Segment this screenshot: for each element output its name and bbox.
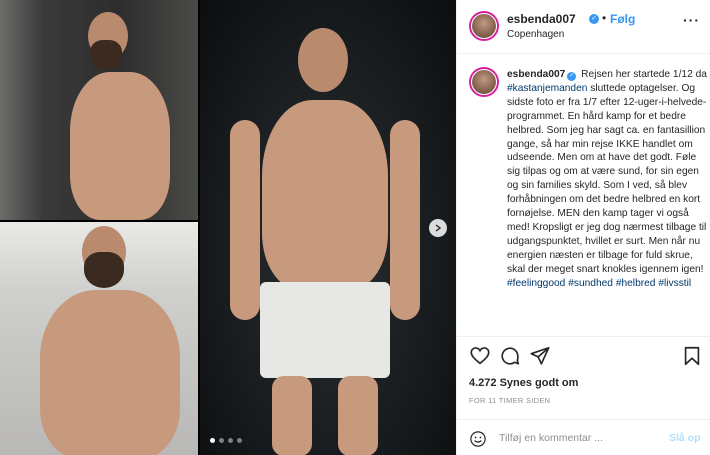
post-media[interactable] xyxy=(0,0,456,455)
caption-username[interactable]: esbenda007 xyxy=(507,69,565,80)
hashtag-link[interactable]: #livsstil xyxy=(658,278,691,289)
likes-count[interactable]: 4.272 Synes godt om xyxy=(469,377,578,389)
chevron-right-icon xyxy=(435,224,442,232)
separator-dot: • xyxy=(602,11,607,25)
photo-before-side xyxy=(0,0,198,220)
carousel-dot xyxy=(237,438,242,443)
post-comment-button[interactable]: Slå op xyxy=(669,432,701,444)
header-username[interactable]: esbenda007 xyxy=(507,12,576,26)
share-icon[interactable] xyxy=(529,345,551,367)
caption-body: Rejsen her startede 1/12 da xyxy=(578,69,707,80)
hashtag-link[interactable]: #kastanjemanden xyxy=(507,83,587,94)
carousel-dots xyxy=(210,438,242,443)
carousel-dot xyxy=(219,438,224,443)
hashtag-link[interactable]: #helbred xyxy=(616,278,656,289)
caption-area: esbenda007 ✓ Rejsen her startede 1/12 da … xyxy=(457,55,710,335)
verified-icon: ✓ xyxy=(589,14,599,24)
carousel-dot xyxy=(210,438,215,443)
avatar[interactable] xyxy=(469,11,499,41)
post-header: esbenda007 ✓ • Følg Copenhagen ··· xyxy=(457,0,710,54)
post-timestamp[interactable]: FOR 11 TIMER SIDEN xyxy=(469,396,550,405)
photo-before-front xyxy=(0,222,198,455)
caption-text: esbenda007 ✓ Rejsen her startede 1/12 da … xyxy=(507,68,707,291)
post-actions: 4.272 Synes godt om FOR 11 TIMER SIDEN S… xyxy=(457,336,710,455)
heart-icon[interactable] xyxy=(469,345,491,367)
avatar[interactable] xyxy=(469,67,499,97)
post-side-panel: esbenda007 ✓ • Følg Copenhagen ··· esben… xyxy=(456,0,710,455)
comment-input[interactable] xyxy=(499,428,659,448)
verified-icon: ✓ xyxy=(567,72,577,81)
location-link[interactable]: Copenhagen xyxy=(507,29,564,40)
comment-icon[interactable] xyxy=(499,345,521,367)
carousel-dot xyxy=(228,438,233,443)
hashtag-link[interactable]: #sundhed xyxy=(568,278,613,289)
hashtag-link[interactable]: #feelinggood xyxy=(507,278,565,289)
bookmark-icon[interactable] xyxy=(681,345,703,367)
photo-after xyxy=(200,0,456,455)
comment-bar: Slå op xyxy=(457,419,710,455)
emoji-icon[interactable] xyxy=(469,430,487,448)
more-options-icon[interactable]: ··· xyxy=(683,12,700,28)
follow-button[interactable]: Følg xyxy=(610,12,635,26)
carousel-next-button[interactable] xyxy=(429,219,447,237)
caption-body: sluttede optagelser. Og sidste foto er f… xyxy=(507,82,707,275)
